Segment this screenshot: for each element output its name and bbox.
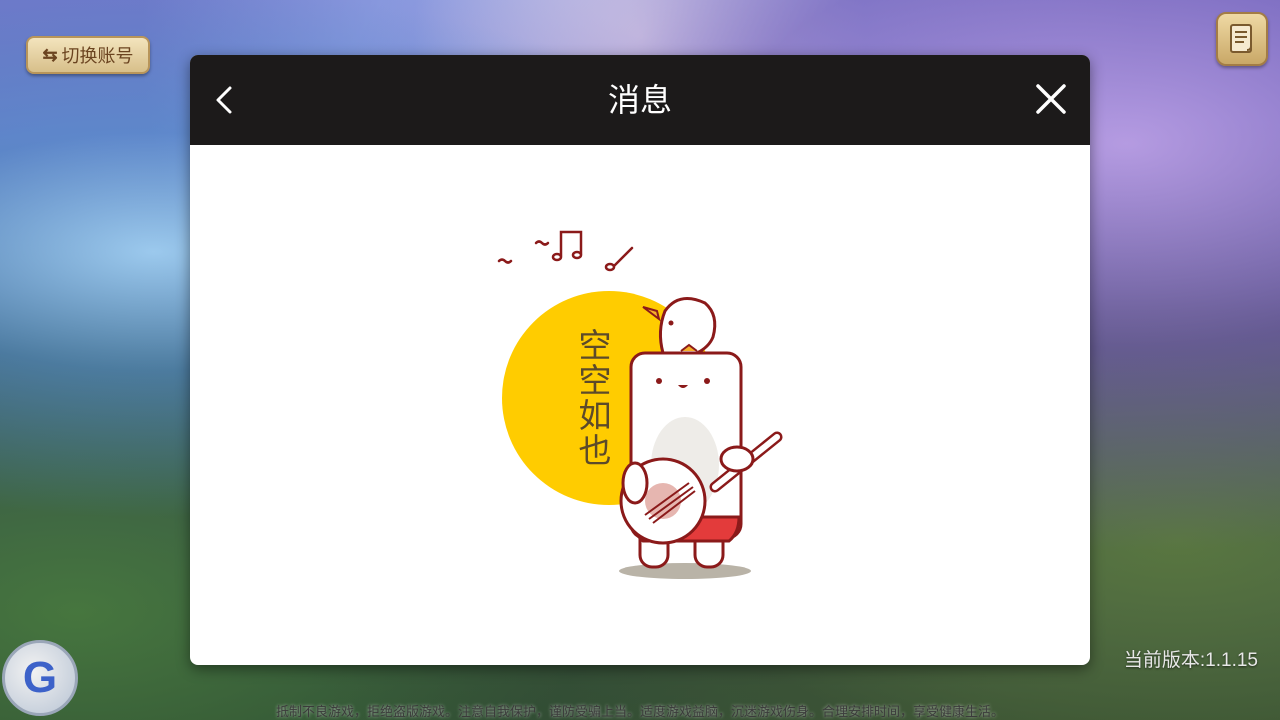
music-notes-icon — [497, 230, 634, 272]
dialog-header: 消息 — [190, 55, 1090, 145]
notice-button[interactable] — [1216, 12, 1268, 66]
empty-state-text: 空空如也 — [573, 328, 612, 468]
switch-account-label: 切换账号 — [61, 46, 134, 66]
close-icon — [1036, 84, 1066, 114]
dialog-title: 消息 — [607, 81, 672, 119]
message-dialog: 消息 空空如也 — [190, 55, 1090, 665]
notice-scroll-icon — [1230, 24, 1252, 53]
health-notice: 抵制不良游戏，拒绝盗版游戏。注意自我保护，谨防受骗上当。适度游戏益脑，沉迷游戏伤… — [275, 704, 1004, 719]
switch-account-button[interactable]: ⇆ 切换账号 — [26, 36, 150, 74]
logo-letter: G — [22, 653, 58, 702]
version-text: 当前版本:1.1.15 — [1123, 650, 1258, 671]
empty-state-illustration — [497, 230, 783, 579]
close-button[interactable] — [1030, 80, 1072, 120]
swap-arrows-icon: ⇆ — [42, 44, 58, 65]
